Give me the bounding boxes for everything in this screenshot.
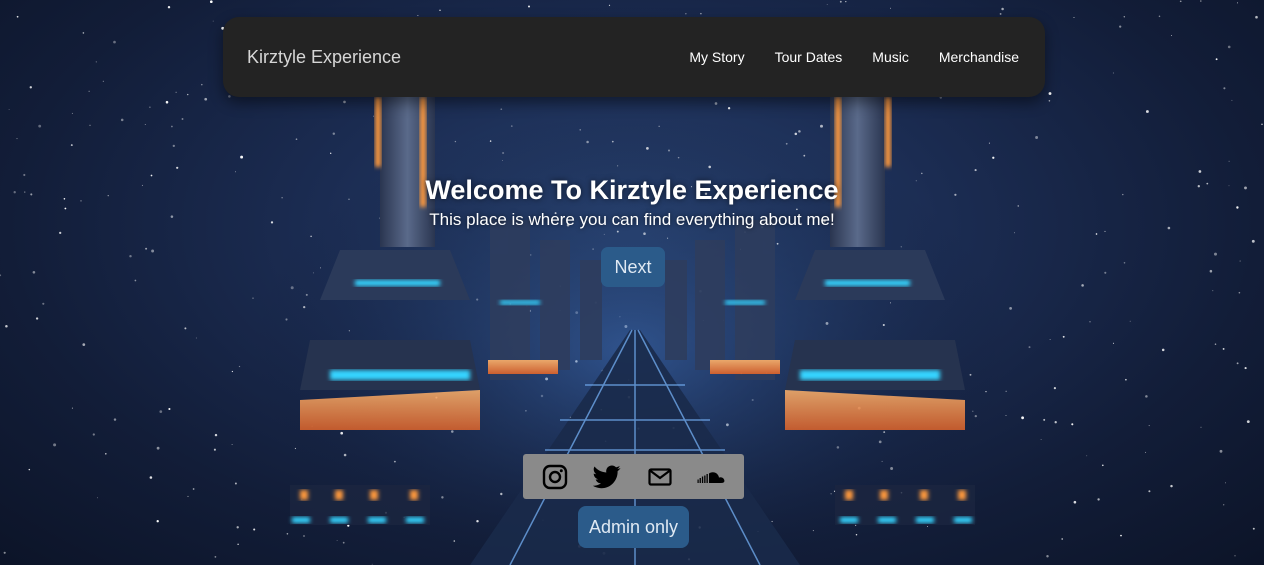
nav-link-my-story[interactable]: My Story (689, 49, 744, 65)
nav-link-tour-dates[interactable]: Tour Dates (775, 49, 843, 65)
brand-link[interactable]: Kirztyle Experience (247, 17, 401, 97)
mail-icon[interactable] (645, 462, 675, 492)
nav-link-music[interactable]: Music (872, 49, 909, 65)
next-button[interactable]: Next (601, 247, 665, 287)
social-bar (523, 454, 744, 499)
twitter-icon[interactable] (592, 462, 622, 492)
instagram-icon[interactable] (540, 462, 570, 492)
hero-subtitle: This place is where you can find everyth… (429, 210, 835, 229)
hero-title: Welcome To Kirztyle Experience (425, 175, 839, 205)
page: Kirztyle Experience My Story Tour Dates … (0, 0, 1264, 565)
admin-only-button[interactable]: Admin only (578, 506, 689, 548)
soundcloud-icon[interactable] (697, 462, 727, 492)
navbar: Kirztyle Experience My Story Tour Dates … (223, 17, 1045, 97)
nav-link-merchandise[interactable]: Merchandise (939, 49, 1019, 65)
nav-links: My Story Tour Dates Music Merchandise (689, 17, 1019, 97)
